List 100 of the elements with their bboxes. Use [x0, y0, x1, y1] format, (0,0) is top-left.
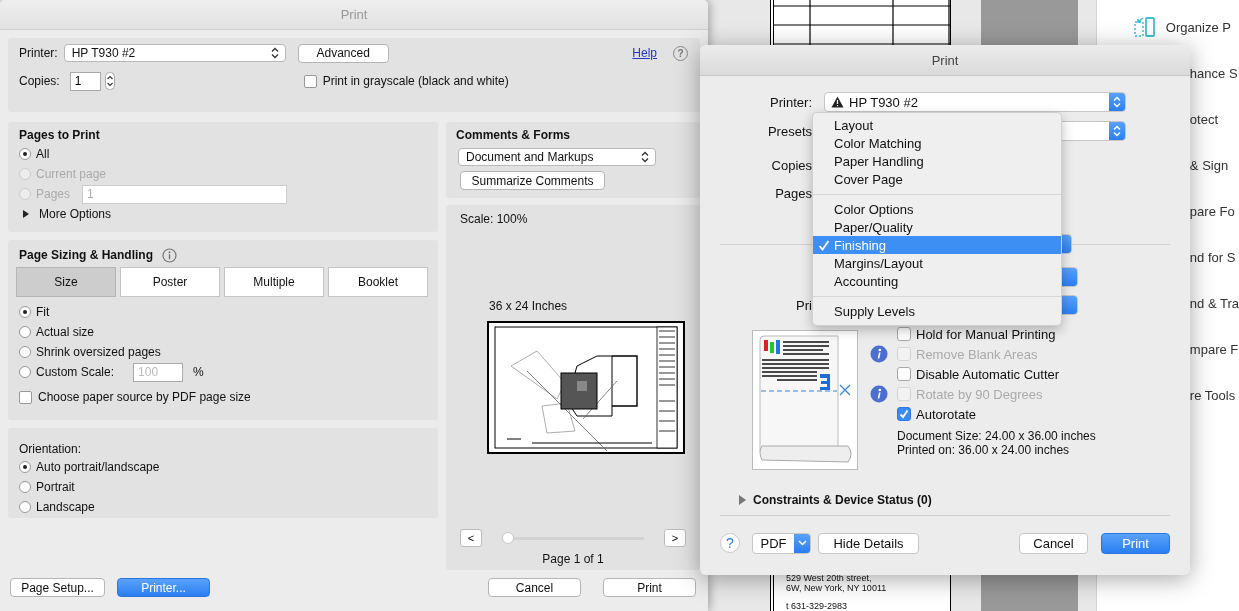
stepper-icon[interactable] — [104, 72, 115, 90]
slider-thumb[interactable] — [502, 532, 514, 544]
copies-field[interactable]: 1 — [69, 71, 101, 91]
menu-item[interactable]: Layout — [813, 116, 1061, 134]
comments-dropdown[interactable]: Document and Markups — [458, 148, 656, 166]
tool-label[interactable]: pare Fo — [1189, 203, 1235, 219]
checkmark-icon — [817, 239, 830, 251]
help-link[interactable]: Help — [632, 46, 657, 60]
page-count-label: Page 1 of 1 — [541, 552, 605, 566]
radio-label: Auto portrait/landscape — [36, 460, 160, 474]
tool-label[interactable]: hance S — [1189, 65, 1238, 81]
checkbox-label: Choose paper source by PDF page size — [38, 390, 251, 404]
printer-label: Printer: — [769, 94, 812, 110]
menu-item[interactable]: Color Options — [813, 200, 1061, 218]
menu-item[interactable]: Accounting — [813, 272, 1061, 290]
printer-dropdown[interactable]: HP T930 #2 — [824, 92, 1126, 112]
tool-label[interactable]: nd & Tra — [1189, 295, 1239, 311]
radio-button[interactable] — [19, 148, 31, 160]
summarize-comments-button[interactable]: Summarize Comments — [460, 171, 605, 190]
address-line: 529 West 20th street, — [786, 573, 873, 583]
checkbox-label: Print in grayscale (black and white) — [322, 74, 509, 88]
scale-field[interactable]: 100 — [133, 362, 184, 382]
menu-item[interactable]: Cover Page — [813, 170, 1061, 188]
window-title: Print — [0, 0, 708, 30]
tab[interactable]: Poster — [120, 267, 220, 297]
previous-page-button[interactable]: < — [460, 529, 482, 547]
checkbox-label: Remove Blank Areas — [916, 346, 1038, 362]
checkbox-label: Rotate by 90 Degrees — [916, 386, 1043, 402]
radio-button[interactable] — [19, 501, 31, 513]
address-line: 6W, New York, NY 10011 — [786, 583, 888, 593]
pdf-button[interactable]: PDF — [752, 532, 811, 554]
radio-label: Pages — [36, 187, 71, 201]
updown-arrows-icon — [641, 151, 649, 163]
radio-button[interactable] — [19, 481, 31, 493]
radio-label: Current page — [36, 167, 107, 181]
menu-item[interactable]: Color Matching — [813, 134, 1061, 152]
caret-icon[interactable] — [794, 533, 810, 553]
cancel-button[interactable]: Cancel — [1019, 532, 1088, 554]
address-line: t 631-329-2983 — [786, 601, 849, 611]
radio-label: Portrait — [36, 480, 75, 494]
radio-button[interactable] — [19, 366, 31, 378]
radio-label: All — [36, 147, 50, 161]
tool-label[interactable]: mpare F — [1189, 341, 1239, 357]
radio-label: Actual size — [36, 325, 95, 339]
window-title: Print — [700, 45, 1190, 76]
menu-item[interactable]: Margins/Layout — [813, 254, 1061, 272]
dialog-button[interactable]: Page Setup... — [10, 578, 105, 597]
checkbox[interactable] — [897, 367, 911, 381]
tab[interactable]: Multiple — [224, 267, 324, 297]
tool-label[interactable]: nd for S — [1189, 249, 1236, 265]
printed-on-text: Printed on: 36.00 x 24.00 inches — [897, 443, 1071, 457]
hide-details-button[interactable]: Hide Details — [818, 532, 919, 554]
tab[interactable]: Size — [16, 267, 116, 297]
advanced-button[interactable]: Advanced — [297, 43, 389, 63]
constraints-label[interactable]: Constraints & Device Status (0) — [753, 493, 932, 507]
printer-label: Printer: — [19, 46, 58, 60]
checkbox[interactable] — [303, 74, 317, 88]
page-size-label: 36 x 24 Inches — [489, 299, 569, 313]
checkbox[interactable] — [897, 407, 911, 421]
checkbox-label: Disable Automatic Cutter — [916, 366, 1060, 382]
checkbox[interactable] — [897, 327, 911, 341]
more-options-label[interactable]: More Options — [39, 207, 112, 221]
checkbox[interactable] — [19, 390, 32, 404]
checkbox-label: Autorotate — [916, 406, 976, 422]
radio-button[interactable] — [19, 461, 31, 473]
stepper-icon — [1109, 93, 1125, 111]
tool-label[interactable]: otect — [1189, 111, 1219, 127]
checkbox-label: Hold for Manual Printing — [916, 326, 1056, 342]
printer-dropdown[interactable]: HP T930 #2 — [63, 44, 286, 62]
updown-arrows-icon — [270, 47, 279, 59]
radio-button[interactable] — [19, 306, 31, 318]
radio-button[interactable] — [19, 346, 31, 358]
field-label: Pri — [795, 297, 812, 313]
menu-item[interactable]: Supply Levels — [813, 302, 1061, 320]
section-title: Comments & Forms — [456, 128, 572, 142]
help-button[interactable]: ? — [720, 533, 740, 553]
menu-item[interactable]: Paper Handling — [813, 152, 1061, 170]
field-label: Presets — [766, 123, 812, 139]
radio-label: Shrink oversized pages — [36, 345, 161, 359]
tool-label[interactable]: re Tools — [1189, 387, 1236, 403]
percent-label: % — [193, 365, 204, 379]
scale-label: Scale: 100% — [460, 212, 529, 226]
info-icon[interactable] — [162, 247, 177, 263]
radio-label: Fit — [36, 305, 50, 319]
field-label: Copies — [770, 157, 812, 173]
tab[interactable]: Booklet — [328, 267, 428, 297]
dialog-button[interactable]: Cancel — [488, 578, 581, 597]
document-size-text: Document Size: 24.00 x 36.00 inches — [897, 429, 1096, 443]
disclosure-triangle-icon[interactable] — [22, 210, 30, 218]
tool-label[interactable]: Organize P — [1165, 19, 1231, 35]
organize-pages-icon[interactable] — [1133, 16, 1156, 38]
next-page-button[interactable]: > — [664, 529, 686, 547]
field-label: Pages — [774, 185, 812, 201]
section-title: Page Sizing & Handling — [19, 248, 153, 262]
menu-item[interactable]: Paper/Quality — [813, 218, 1061, 236]
dialog-button[interactable]: Print — [603, 578, 696, 597]
radio-label: Custom Scale: — [36, 365, 115, 379]
section-title: Pages to Print — [19, 128, 101, 142]
radio-button[interactable] — [19, 326, 31, 338]
tool-label[interactable]: & Sign — [1189, 157, 1229, 173]
